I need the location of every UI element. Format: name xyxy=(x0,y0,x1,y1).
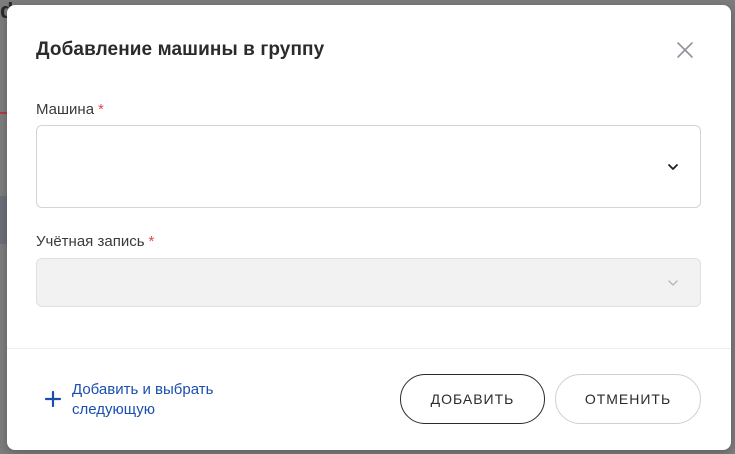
add-machine-dialog: Добавление машины в группу Машина * Учётн… xyxy=(7,5,731,450)
close-icon[interactable] xyxy=(673,38,697,62)
account-required-mark: * xyxy=(148,233,155,250)
dialog-title: Добавление машины в группу xyxy=(36,39,325,60)
machine-required-mark: * xyxy=(98,101,104,118)
machine-select[interactable] xyxy=(36,125,701,208)
footer-divider xyxy=(7,348,731,349)
add-and-select-next-label: Добавить и выбрать следующую xyxy=(72,381,214,418)
account-label-text: Учётная запись xyxy=(36,233,145,250)
chevron-down-icon[interactable] xyxy=(666,160,680,174)
cancel-button[interactable]: ОТМЕНИТЬ xyxy=(555,374,701,424)
add-and-select-next-link[interactable]: Добавить и выбрать следующую xyxy=(44,380,262,420)
machine-label: Машина * xyxy=(36,101,104,118)
plus-icon xyxy=(44,390,62,408)
account-label: Учётная запись * xyxy=(36,233,154,250)
account-select[interactable] xyxy=(36,258,701,307)
machine-label-text: Машина xyxy=(36,101,95,118)
chevron-down-icon xyxy=(668,279,678,286)
add-button[interactable]: ДОБАВИТЬ xyxy=(400,374,545,424)
